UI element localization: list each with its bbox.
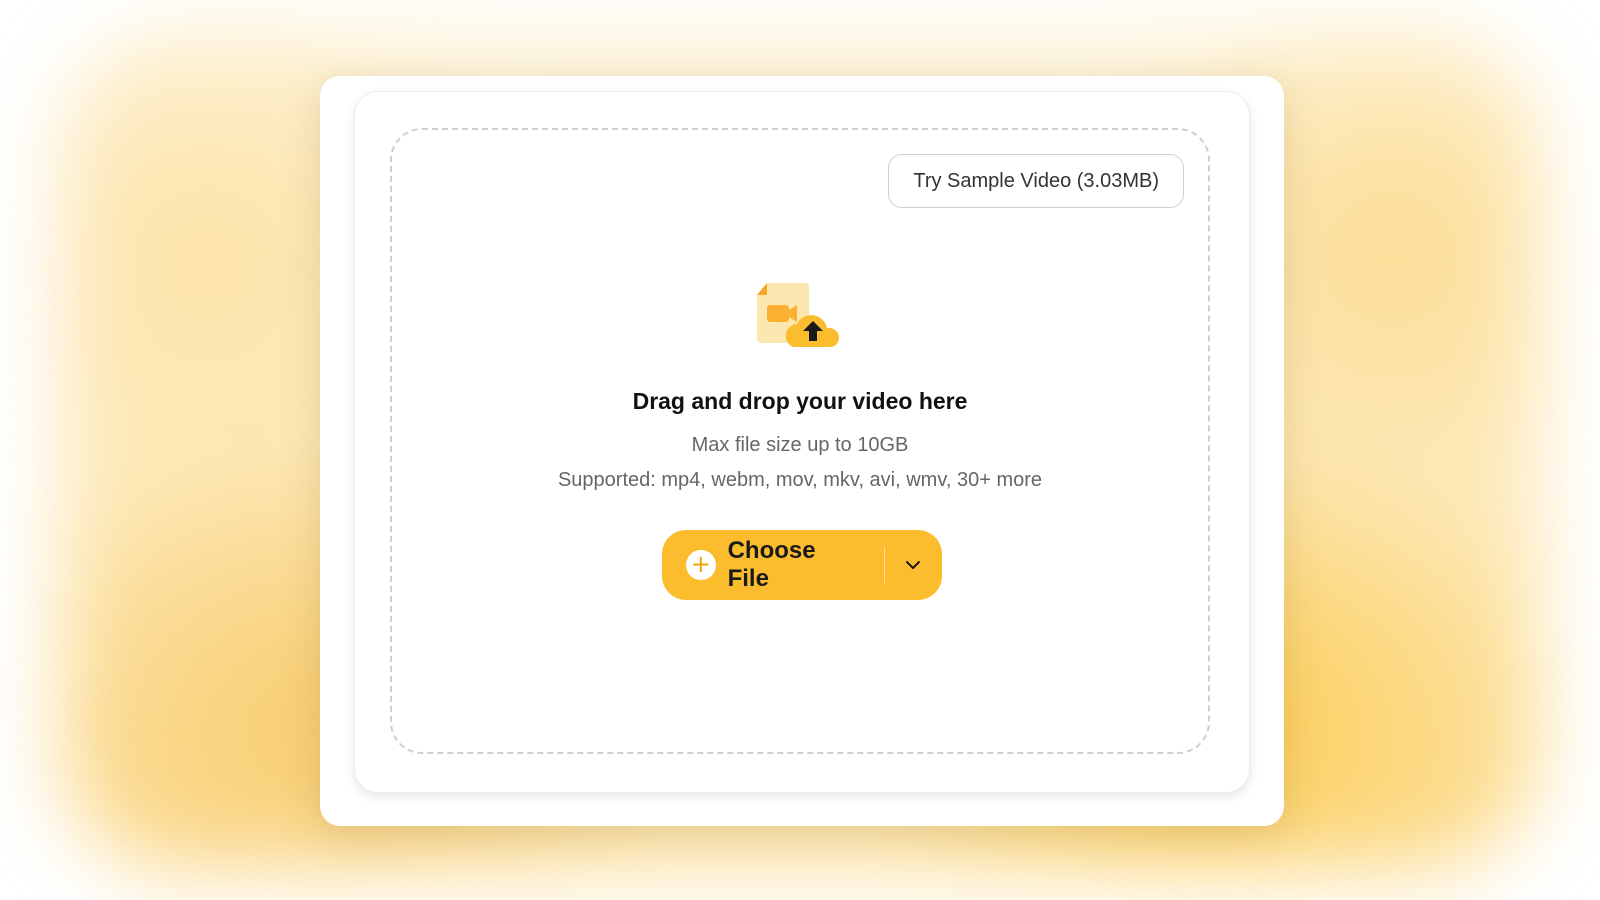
page-background: Try Sample Video (3.03MB) Drag and drop … — [0, 0, 1600, 900]
choose-file-split-button: + Choose File — [662, 530, 942, 600]
dropzone-title: Drag and drop your video here — [632, 388, 968, 414]
upload-panel: Try Sample Video (3.03MB) Drag and drop … — [320, 76, 1284, 826]
max-file-size-text: Max file size up to 10GB — [691, 434, 909, 456]
choose-file-label: Choose File — [727, 537, 816, 592]
try-sample-video-label: Try Sample Video (3.03MB) — [913, 169, 1159, 192]
video-upload-icon — [757, 283, 847, 353]
upload-card: Try Sample Video (3.03MB) Drag and drop … — [354, 91, 1250, 793]
plus-circle-icon: + — [686, 550, 716, 580]
choose-file-button[interactable]: + Choose File — [662, 530, 884, 600]
try-sample-video-button[interactable]: Try Sample Video (3.03MB) — [888, 154, 1184, 208]
video-dropzone[interactable]: Try Sample Video (3.03MB) Drag and drop … — [390, 128, 1210, 754]
upload-source-dropdown[interactable] — [885, 530, 942, 600]
supported-formats-text: Supported: mp4, webm, mov, mkv, avi, wmv… — [557, 469, 1043, 491]
chevron-down-icon — [906, 561, 921, 569]
